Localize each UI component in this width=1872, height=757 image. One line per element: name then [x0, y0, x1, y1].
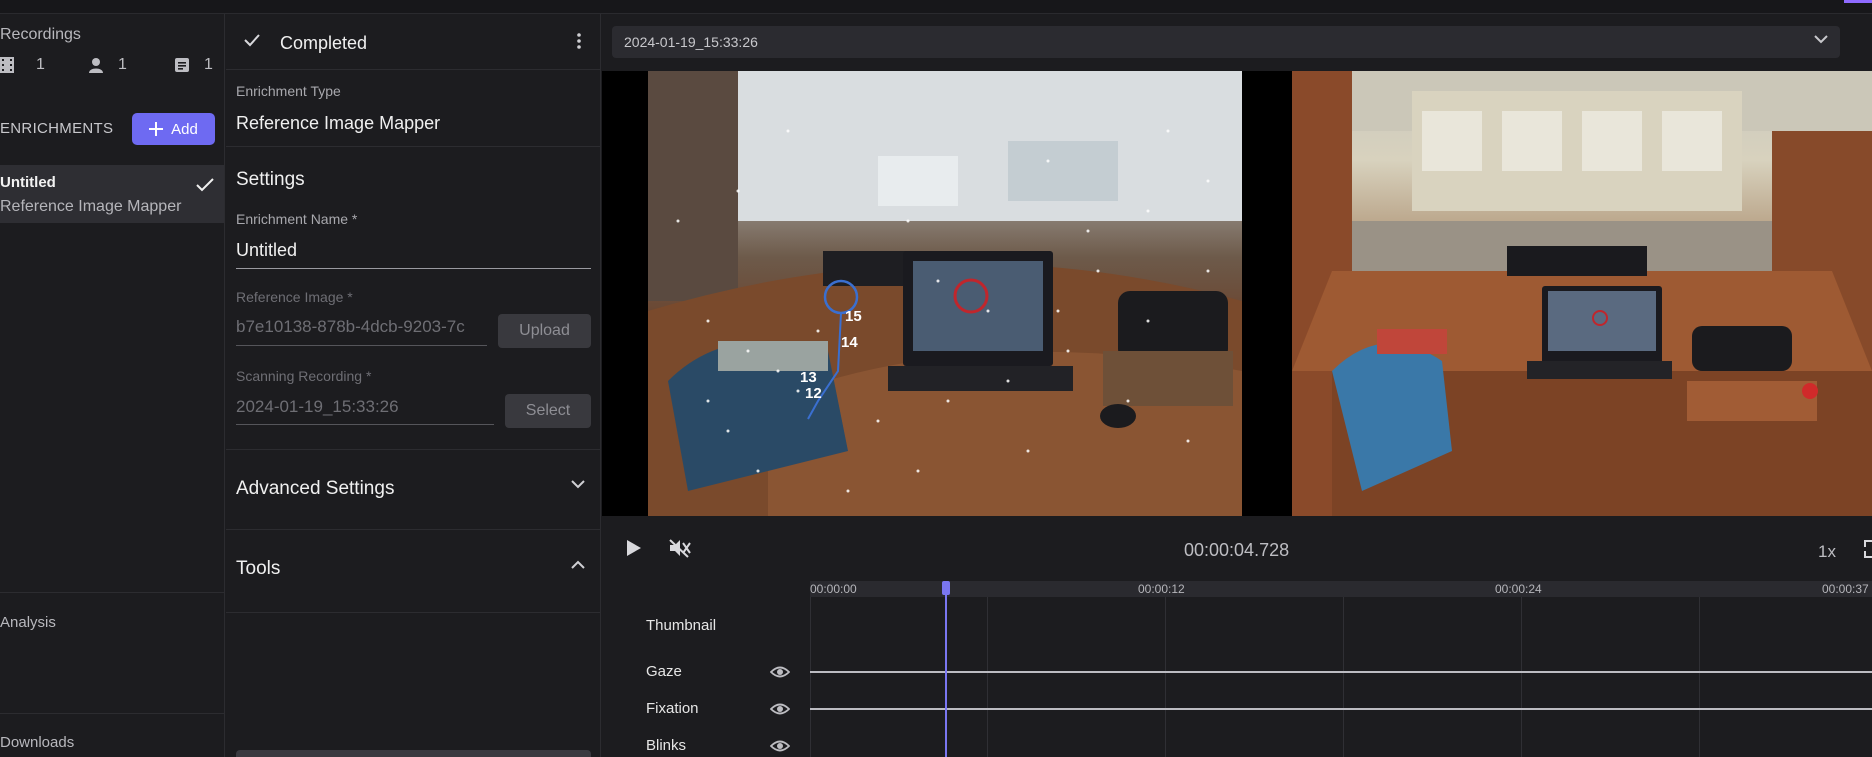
- scene-camera-frame: 15 14 13 12: [648, 71, 1242, 516]
- document-icon: [175, 58, 189, 72]
- video-count-value: 1: [36, 56, 45, 73]
- scanning-recording-input: 2024-01-19_15:33:26: [236, 397, 399, 416]
- status-label: Completed: [280, 33, 368, 53]
- docs-count: 1: [174, 56, 213, 74]
- enrichment-list-item[interactable]: Untitled Reference Image Mapper: [0, 165, 224, 223]
- docs-count-value: 1: [204, 56, 213, 73]
- timeline-row-blinks: Blinks: [646, 737, 687, 754]
- top-accent: [1844, 0, 1872, 3]
- enrichment-panel: Completed Enrichment Type Reference Imag…: [226, 14, 601, 757]
- divider: [226, 146, 601, 147]
- gaze-track: [810, 671, 1872, 673]
- timeline[interactable]: 00:00:00 00:00:12 00:00:24 00:00:37 Thum…: [602, 581, 1872, 757]
- fixation-number: 12: [805, 385, 822, 402]
- panel-bottom-button[interactable]: [236, 750, 591, 757]
- player-controls: 00:00:04.728 1x: [602, 516, 1872, 581]
- timeline-ruler[interactable]: 00:00:00 00:00:12 00:00:24 00:00:37: [810, 581, 1872, 597]
- downloads-section[interactable]: Downloads: [0, 734, 74, 751]
- playback-time: 00:00:04.728: [1184, 540, 1290, 560]
- top-bar: [0, 0, 1872, 14]
- recording-select[interactable]: 2024-01-19_15:33:26: [612, 26, 1840, 58]
- timeline-row-thumbnail: Thumbnail: [646, 617, 717, 634]
- mute-icon[interactable]: [668, 538, 692, 558]
- playhead[interactable]: [945, 581, 947, 757]
- reference-image-label: Reference Image *: [236, 289, 353, 305]
- video-count: 1: [0, 56, 45, 74]
- grid-line: [1343, 597, 1344, 757]
- fixation-number: 13: [800, 369, 817, 386]
- enrichment-type-label: Enrichment Type: [236, 83, 341, 99]
- tick-label: 00:00:00: [810, 582, 857, 596]
- analysis-section[interactable]: Analysis: [0, 614, 56, 631]
- recordings-title[interactable]: Recordings: [0, 26, 81, 44]
- enrichment-name-input[interactable]: Untitled: [236, 240, 297, 261]
- reference-image-input: b7e10138-878b-4dcb-9203-7c: [236, 317, 465, 336]
- enrichment-item-name: Untitled: [0, 174, 56, 191]
- select-button[interactable]: Select: [505, 394, 591, 428]
- settings-title: Settings: [236, 169, 305, 190]
- plus-icon: [149, 122, 164, 136]
- tick-label: 00:00:24: [1495, 582, 1542, 596]
- film-icon: [0, 57, 14, 73]
- check-icon: [244, 34, 260, 47]
- check-icon: [196, 178, 214, 192]
- grid-line: [1699, 597, 1700, 757]
- grid-line: [1165, 597, 1166, 757]
- reference-underline: [236, 345, 487, 346]
- scene-illustration: [648, 71, 1242, 516]
- fixation-number: 14: [841, 334, 858, 351]
- reference-illustration: [1292, 71, 1872, 516]
- advanced-settings-title: Advanced Settings: [236, 478, 395, 499]
- enrichment-header: Completed: [226, 14, 601, 70]
- fixation-track: [810, 708, 1872, 710]
- chevron-up-icon: [571, 560, 585, 569]
- playback-speed[interactable]: 1x: [1818, 542, 1836, 562]
- recording-counts: 1 1 1: [0, 56, 225, 80]
- divider: [0, 713, 225, 714]
- reference-image-frame: [1292, 71, 1872, 516]
- chevron-down-icon: [1814, 35, 1828, 44]
- people-count: 1: [88, 56, 127, 74]
- enrichment-type-value: Reference Image Mapper: [236, 113, 441, 133]
- timeline-row-gaze: Gaze: [646, 663, 682, 680]
- scanning-recording-label: Scanning Recording *: [236, 368, 372, 384]
- scan-underline: [236, 424, 494, 425]
- eye-icon[interactable]: [770, 702, 790, 716]
- tools-title: Tools: [236, 558, 281, 579]
- left-sidebar: Recordings 1 1 1 ENRICHMENTS Add Untitle…: [0, 14, 225, 757]
- tick-label: 00:00:12: [1138, 582, 1185, 596]
- eye-icon[interactable]: [770, 665, 790, 679]
- enrichment-item-type: Reference Image Mapper: [0, 198, 182, 215]
- player-area: 2024-01-19_15:33:26 15 14 13 12 00:00:04…: [602, 14, 1872, 757]
- tools-section[interactable]: Tools: [226, 529, 601, 607]
- playhead-handle[interactable]: [942, 581, 950, 595]
- tick-label: 00:00:37: [1822, 582, 1869, 596]
- enrichments-label: ENRICHMENTS: [0, 120, 114, 137]
- name-underline: [236, 268, 591, 269]
- upload-button[interactable]: Upload: [498, 314, 591, 348]
- advanced-settings-section[interactable]: Advanced Settings: [226, 449, 601, 527]
- grid-line: [987, 597, 988, 757]
- grid-line: [810, 597, 811, 757]
- people-count-value: 1: [118, 56, 127, 73]
- eye-icon[interactable]: [770, 739, 790, 753]
- chevron-down-icon: [571, 480, 585, 489]
- grid-line: [1521, 597, 1522, 757]
- recording-select-value: 2024-01-19_15:33:26: [624, 34, 758, 50]
- enrichment-name-label: Enrichment Name *: [236, 211, 358, 227]
- add-button-label: Add: [171, 120, 198, 138]
- more-options-icon[interactable]: [577, 33, 581, 52]
- divider: [226, 612, 601, 613]
- timeline-row-fixation: Fixation: [646, 700, 699, 717]
- person-icon: [89, 58, 103, 73]
- divider: [0, 592, 225, 593]
- add-enrichment-button[interactable]: Add: [132, 113, 215, 145]
- fullscreen-icon[interactable]: [1864, 540, 1872, 558]
- fixation-number: 15: [845, 308, 862, 325]
- play-icon[interactable]: [626, 539, 642, 557]
- video-view: 15 14 13 12: [602, 71, 1872, 516]
